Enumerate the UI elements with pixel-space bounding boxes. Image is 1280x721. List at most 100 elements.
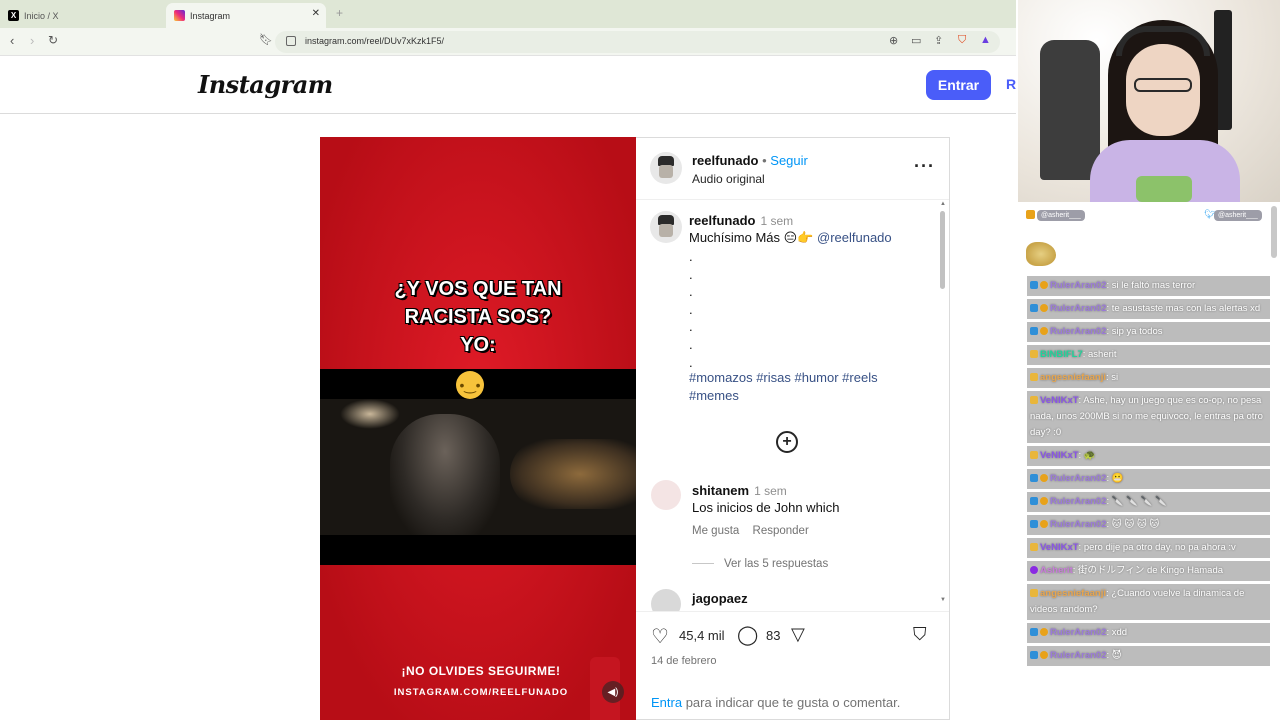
bookmark-icon[interactable]: ⛉	[913, 624, 927, 645]
replies-line	[692, 563, 714, 564]
follow-button[interactable]: Seguir	[770, 153, 808, 168]
login-button[interactable]: Entrar	[926, 70, 991, 100]
view-replies[interactable]: Ver las 5 respuestas	[692, 558, 828, 570]
hashtags[interactable]: #momazos #risas #humor #reels #memes	[689, 369, 878, 404]
dot-line: .	[689, 301, 693, 317]
chat-username: RulerAran02	[1050, 280, 1107, 291]
post-panel: reelfunado • Seguir Audio original ··· ▲…	[636, 137, 950, 720]
scroll-up-icon[interactable]: ▲	[940, 201, 946, 207]
cam-glasses	[1134, 78, 1192, 92]
post-user-line: reelfunado • Seguir	[692, 153, 808, 168]
login-link[interactable]: Entra	[651, 695, 682, 710]
cam-headset	[1116, 26, 1210, 56]
more-options-icon[interactable]: ···	[914, 156, 935, 177]
avatar[interactable]	[650, 152, 682, 184]
chat-badge-icon	[1030, 281, 1038, 289]
chat-username: BINBIFL7	[1040, 349, 1083, 360]
chat-message: RulerAran02: xdd	[1027, 623, 1270, 643]
view-replies-label[interactable]: Ver las 5 respuestas	[724, 558, 828, 570]
comment-avatar[interactable]	[651, 480, 681, 510]
post-username[interactable]: reelfunado	[692, 153, 758, 168]
chat-text: : te asustaste mas con las alertas xd	[1106, 303, 1261, 314]
heart-icon[interactable]: ♡	[651, 624, 669, 649]
comment-icon[interactable]: ◯	[737, 624, 758, 647]
chat-scrollbar[interactable]	[1271, 206, 1277, 258]
site-info-icon[interactable]	[286, 36, 296, 46]
new-tab-icon[interactable]: +	[336, 6, 343, 20]
tab-x[interactable]: X Inicio / X	[0, 3, 165, 28]
instagram-logo[interactable]: Instagram	[198, 70, 333, 99]
chat-username: RulerAran02	[1050, 519, 1107, 530]
promo-box: ¡NO OLVIDES SEGUIRME! INSTAGRAM.COM/REEL…	[386, 664, 576, 706]
post-header: reelfunado • Seguir Audio original ···	[636, 138, 949, 200]
register-link[interactable]: R	[1006, 76, 1016, 92]
chat-badge-icon	[1040, 520, 1048, 528]
chat-badge-icon	[1030, 520, 1038, 528]
caption-line-3: YO:	[460, 334, 496, 356]
chat-text: : 🔪 🔪 🔪 🔪	[1106, 496, 1168, 507]
close-tab-icon[interactable]: ✕	[312, 8, 320, 19]
brave-shield-icon[interactable]: ⛉	[958, 34, 966, 47]
reload-icon[interactable]: ↻	[48, 33, 58, 47]
chat-username: RulerAran02	[1050, 496, 1107, 507]
caption-username[interactable]: reelfunado	[689, 213, 755, 228]
sound-icon[interactable]: ◀︎)	[602, 681, 624, 703]
chat-message: VeNIKxT: 🐢	[1027, 446, 1270, 466]
audio-label[interactable]: Audio original	[692, 172, 765, 186]
likes-count[interactable]: 45,4 mil	[679, 628, 725, 643]
caption-avatar[interactable]	[650, 211, 682, 243]
hashtags-line-1[interactable]: #momazos #risas #humor #reels	[689, 369, 878, 387]
comment-actions: Me gusta Responder	[692, 525, 809, 537]
tab-instagram-label: Instagram	[190, 10, 231, 21]
caption-time: 1 sem	[760, 214, 794, 228]
chat-username: RulerAran02	[1050, 303, 1107, 314]
chat-text: : si le faltó mas terror	[1106, 280, 1196, 291]
chat-badge-icon	[1030, 566, 1038, 574]
comment-username[interactable]: shitanem	[692, 483, 749, 498]
chat-message: VeNIKxT: Ashe, hay un juego que es co-op…	[1027, 391, 1270, 443]
chat-badge-icon	[1030, 628, 1038, 636]
chat-badge-icon	[1030, 651, 1038, 659]
share-icon[interactable]: ⇪	[934, 34, 943, 47]
login-text: para indicar que te gusta o comentar.	[682, 695, 901, 710]
comment-avatar[interactable]	[651, 589, 681, 611]
load-more-comments-icon[interactable]: +	[776, 431, 798, 453]
dot-line: .	[689, 266, 693, 282]
chat-badge-icon	[1030, 497, 1038, 505]
chat-text: : 街のドルフィン de Kingo Hamada	[1072, 565, 1224, 576]
browser-toolbar: ‹ › ↻ 🔖︎ instagram.com/reel/DUv7xKzk1F5/…	[0, 28, 1016, 56]
chat-badge-icon	[1030, 327, 1038, 335]
scroll-down-icon[interactable]: ▼	[940, 597, 946, 603]
back-icon[interactable]: ‹	[10, 33, 14, 48]
chat-overlay: @asherit___ 🐦︎ @asherit___ RulerAran02: …	[1024, 206, 1270, 720]
post-date: 14 de febrero	[651, 655, 717, 667]
comment-time: 1 sem	[754, 484, 787, 498]
hashtags-line-2[interactable]: #memes	[689, 387, 878, 405]
clip-car	[510, 439, 636, 509]
chat-message: Asherit: 街のドルフィン de Kingo Hamada	[1027, 561, 1270, 581]
bookmark-icon[interactable]: 🔖︎	[259, 33, 273, 46]
comments-section[interactable]: ▲ ▼ reelfunado 1 sem Muchísimo Más 😑👉 @re…	[636, 201, 949, 611]
screen-icon[interactable]: ▭	[911, 34, 921, 47]
zoom-icon[interactable]: ⊕	[889, 34, 898, 47]
chat-text: : 😬	[1106, 473, 1124, 484]
chat-messages: RulerAran02: si le faltó mas terror Ruler…	[1027, 276, 1270, 669]
caption-header: reelfunado 1 sem	[689, 212, 793, 230]
chat-badge-icon	[1030, 543, 1038, 551]
share-icon[interactable]: ▽	[791, 624, 805, 645]
chat-top-bar: @asherit___ 🐦︎ @asherit___	[1024, 206, 1270, 226]
dot-line: .	[689, 319, 693, 335]
forward-icon[interactable]: ›	[30, 33, 34, 48]
chat-badge-icon	[1040, 497, 1048, 505]
comments-scrollbar[interactable]	[940, 211, 945, 289]
tab-instagram[interactable]: Instagram ✕	[166, 3, 326, 28]
emote-image	[1026, 242, 1056, 266]
caption-mention[interactable]: @reelfunado	[817, 230, 892, 245]
rewards-icon[interactable]: ▲	[980, 34, 991, 46]
comments-count[interactable]: 83	[766, 628, 780, 643]
post-actions: ♡ 45,4 mil ◯ 83 ▽ ⛉ 14 de febrero Entra …	[636, 611, 949, 721]
comment-like-link[interactable]: Me gusta	[692, 525, 739, 537]
reel-video[interactable]: ¿Y VOS QUE TAN RACISTA SOS? YO: •‿• ¡NO …	[320, 137, 636, 720]
comment-reply-link[interactable]: Responder	[753, 525, 809, 537]
comment-username[interactable]: jagopaez	[692, 591, 748, 606]
